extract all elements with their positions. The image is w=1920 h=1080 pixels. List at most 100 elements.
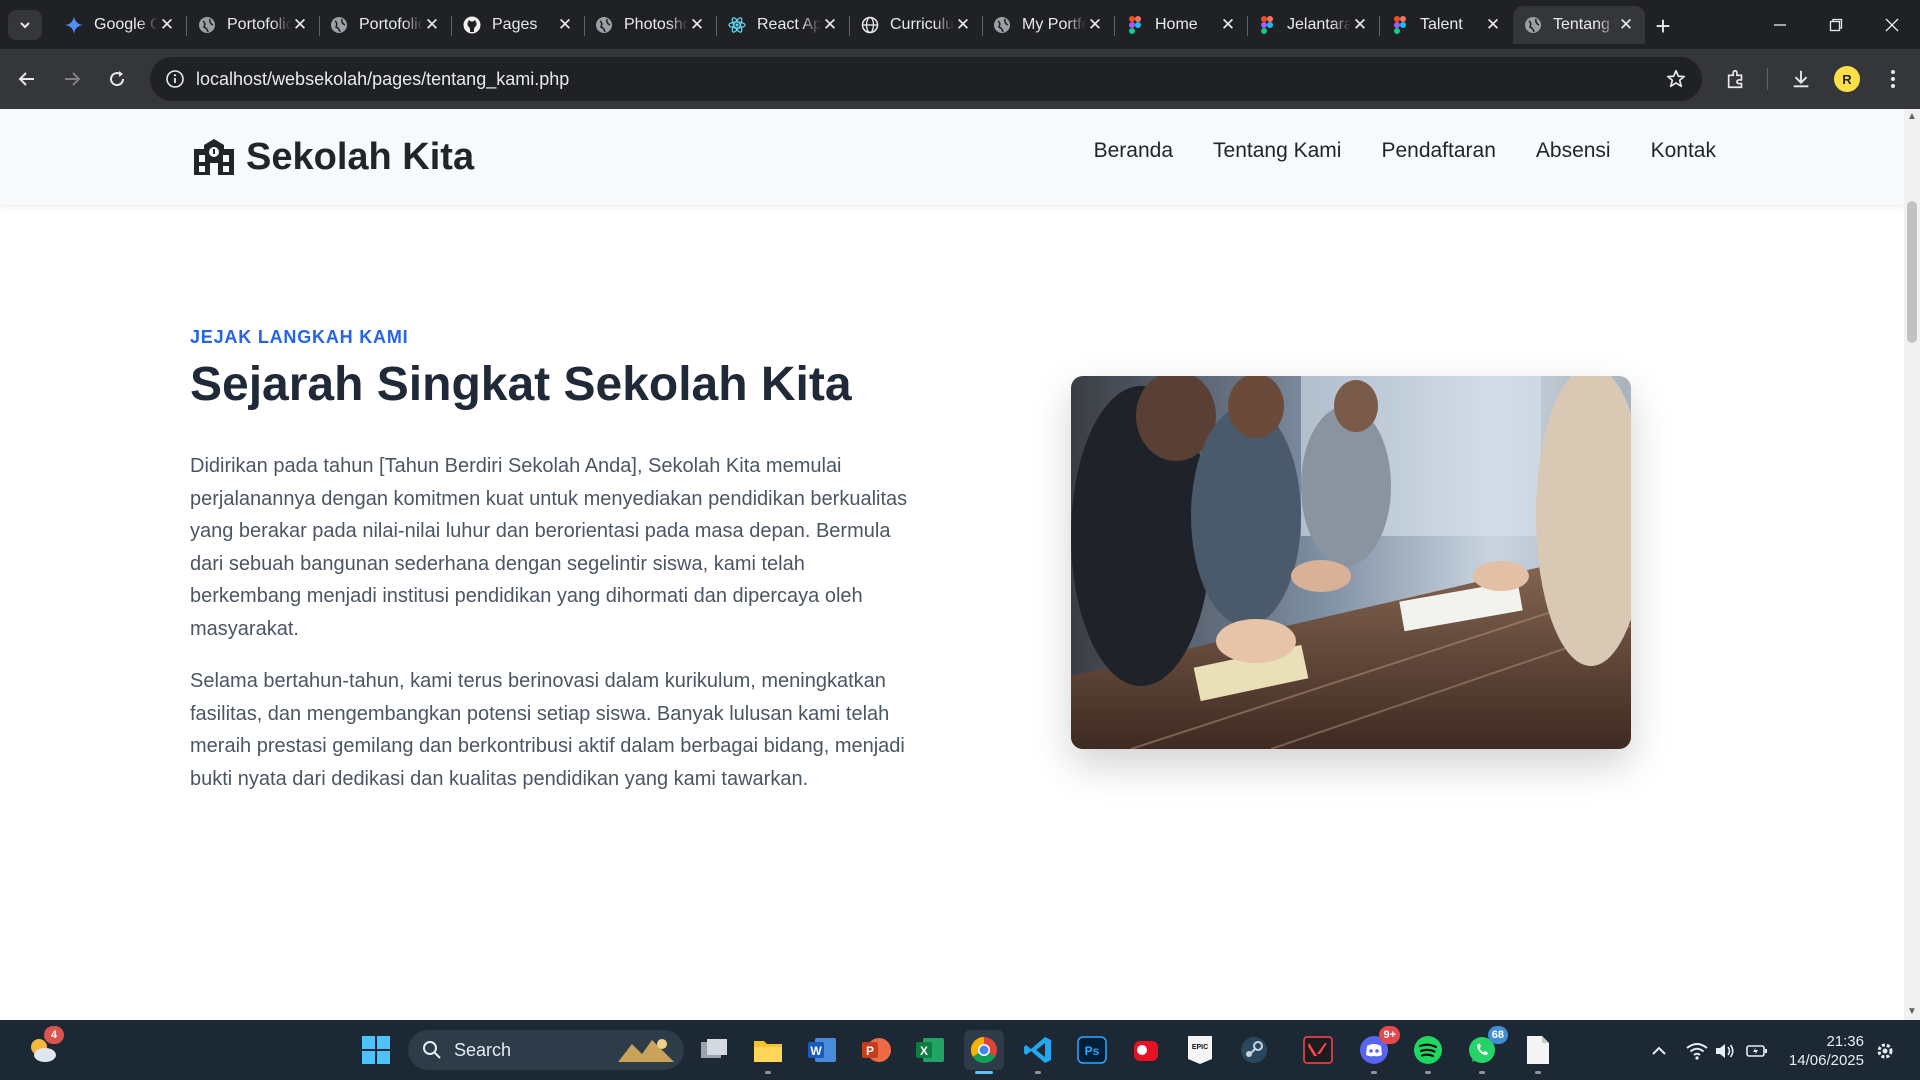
- globe-outline-icon: [860, 15, 880, 35]
- photoshop-app[interactable]: Ps: [1072, 1030, 1112, 1070]
- valorant-app[interactable]: [1298, 1030, 1338, 1070]
- tab-title: Portofolio: [227, 16, 291, 33]
- word-icon: W: [808, 1038, 836, 1062]
- url-text[interactable]: localhost/websekolah/pages/tentang_kami.…: [196, 69, 569, 90]
- epic-games-app[interactable]: EPIC: [1180, 1030, 1220, 1070]
- task-view-icon: [701, 1039, 727, 1058]
- reload-button[interactable]: [99, 61, 135, 97]
- page-scrollbar[interactable]: ▲ ▼: [1904, 109, 1920, 1020]
- close-window-button[interactable]: [1864, 0, 1920, 49]
- restore-icon: [1829, 18, 1843, 31]
- figma-icon: [1257, 15, 1277, 35]
- nav-link-kontak[interactable]: Kontak: [1651, 139, 1716, 163]
- site-info-icon[interactable]: [164, 68, 186, 90]
- downloads-icon[interactable]: [1786, 64, 1816, 94]
- browser-tab[interactable]: Home ✕: [1115, 6, 1247, 44]
- address-bar[interactable]: localhost/websekolah/pages/tentang_kami.…: [150, 57, 1702, 101]
- tab-search-button[interactable]: [8, 10, 42, 40]
- section-heading: Sejarah Singkat Sekolah Kita: [190, 358, 852, 411]
- nav-link-absensi[interactable]: Absensi: [1536, 139, 1611, 163]
- browser-tab[interactable]: My Portfolio✕: [982, 6, 1114, 44]
- discord-badge: 9+: [1379, 1026, 1400, 1044]
- weather-widget[interactable]: 4: [22, 1026, 64, 1070]
- forward-button[interactable]: [54, 61, 90, 97]
- vscode-app[interactable]: [1018, 1030, 1058, 1074]
- whatsapp-app[interactable]: 68: [1462, 1026, 1508, 1074]
- tab-close-icon[interactable]: ✕: [1617, 15, 1635, 34]
- photoshop-icon: Ps: [1077, 1036, 1107, 1064]
- browser-tab[interactable]: Jelantara ✕: [1247, 6, 1379, 44]
- browser-tab[interactable]: Google Gemini✕: [54, 6, 186, 44]
- tab-close-icon[interactable]: ✕: [556, 15, 574, 34]
- taskbar-search[interactable]: Search: [408, 1030, 684, 1070]
- windows-taskbar: 4 Search W P X Ps EPIC 9+ 68 21:36 14/06…: [0, 1020, 1920, 1080]
- red-app[interactable]: [1126, 1030, 1166, 1070]
- site-brand[interactable]: Sekolah Kita: [190, 135, 474, 179]
- browser-tab[interactable]: Curriculum✕: [850, 6, 982, 44]
- tab-close-icon[interactable]: ✕: [688, 15, 706, 34]
- scroll-down-arrow-icon[interactable]: ▼: [1907, 1007, 1917, 1017]
- battery-icon[interactable]: [1746, 1040, 1768, 1062]
- nav-link-tentang-kami[interactable]: Tentang Kami: [1213, 139, 1341, 163]
- history-paragraph-1: Didirikan pada tahun [Tahun Berdiri Seko…: [190, 455, 908, 640]
- discord-app[interactable]: 9+: [1354, 1026, 1400, 1074]
- weather-badge: 4: [44, 1026, 64, 1044]
- brand-name: Sekolah Kita: [246, 135, 475, 178]
- system-clock[interactable]: 21:36 14/06/2025: [1772, 1032, 1864, 1070]
- browser-tab[interactable]: React App✕: [717, 6, 849, 44]
- tab-title: My Portfolio: [1022, 16, 1086, 33]
- tab-close-icon[interactable]: ✕: [1484, 15, 1502, 34]
- steam-app[interactable]: [1234, 1030, 1274, 1070]
- tab-close-icon[interactable]: ✕: [158, 15, 176, 34]
- scroll-up-arrow-icon[interactable]: ▲: [1907, 112, 1917, 122]
- tab-title: Tentang Kami: [1553, 16, 1617, 33]
- search-icon: [423, 1041, 441, 1059]
- word-app[interactable]: W: [802, 1030, 842, 1070]
- tab-close-icon[interactable]: ✕: [423, 15, 441, 34]
- toolbar-divider: [1767, 68, 1768, 90]
- history-paragraph-2: Selama bertahun-tahun, kami terus berino…: [190, 670, 905, 790]
- tab-close-icon[interactable]: ✕: [1086, 15, 1104, 34]
- svg-text:Ps: Ps: [1085, 1044, 1100, 1058]
- tab-close-icon[interactable]: ✕: [291, 15, 309, 34]
- profile-avatar[interactable]: R: [1834, 66, 1860, 92]
- spotify-app[interactable]: [1408, 1030, 1448, 1074]
- tab-title: Google Gemini: [94, 16, 158, 33]
- search-highlight-icon: [618, 1039, 674, 1062]
- bookmark-star-icon[interactable]: [1664, 67, 1688, 91]
- browser-tab[interactable]: Portofolio ✕: [319, 6, 451, 44]
- volume-icon[interactable]: [1714, 1040, 1736, 1062]
- tab-close-icon[interactable]: ✕: [1219, 15, 1237, 34]
- task-view-button[interactable]: [694, 1030, 734, 1070]
- restore-button[interactable]: [1808, 0, 1864, 49]
- browser-tab[interactable]: Portofolio ✕: [187, 6, 319, 44]
- close-icon: [1885, 18, 1899, 31]
- minimize-button[interactable]: [1752, 0, 1808, 49]
- tab-close-icon[interactable]: ✕: [821, 15, 839, 34]
- powerpoint-app[interactable]: P: [856, 1030, 896, 1070]
- browser-tab[interactable]: Talent ✕: [1380, 6, 1512, 44]
- browser-menu-icon[interactable]: [1878, 64, 1908, 94]
- nav-link-beranda[interactable]: Beranda: [1094, 139, 1173, 163]
- scrollbar-thumb[interactable]: [1907, 201, 1917, 343]
- tab-active[interactable]: Tentang Kami✕: [1513, 6, 1645, 44]
- back-button[interactable]: [9, 61, 45, 97]
- browser-tab[interactable]: Pages ✕: [452, 6, 584, 44]
- file-explorer-app[interactable]: [748, 1030, 788, 1074]
- excel-app[interactable]: X: [910, 1030, 950, 1070]
- tab-close-icon[interactable]: ✕: [954, 15, 972, 34]
- start-button[interactable]: [356, 1030, 396, 1070]
- gemini-icon: [64, 15, 84, 35]
- tray-overflow-icon[interactable]: [1648, 1040, 1670, 1062]
- extensions-icon[interactable]: [1721, 64, 1751, 94]
- browser-tab-strip: Google Gemini✕Portofolio✕Portofolio✕Page…: [0, 0, 1920, 49]
- wifi-icon[interactable]: [1686, 1040, 1708, 1062]
- chrome-app[interactable]: [964, 1030, 1004, 1074]
- tab-title: Curriculum: [890, 16, 954, 33]
- tab-close-icon[interactable]: ✕: [1351, 15, 1369, 34]
- browser-tab[interactable]: Photoshop✕: [584, 6, 716, 44]
- notification-settings-icon[interactable]: [1874, 1040, 1896, 1062]
- nav-link-pendaftaran[interactable]: Pendaftaran: [1381, 139, 1495, 163]
- notepad-app[interactable]: [1518, 1030, 1558, 1074]
- new-tab-button[interactable]: +: [1648, 11, 1678, 41]
